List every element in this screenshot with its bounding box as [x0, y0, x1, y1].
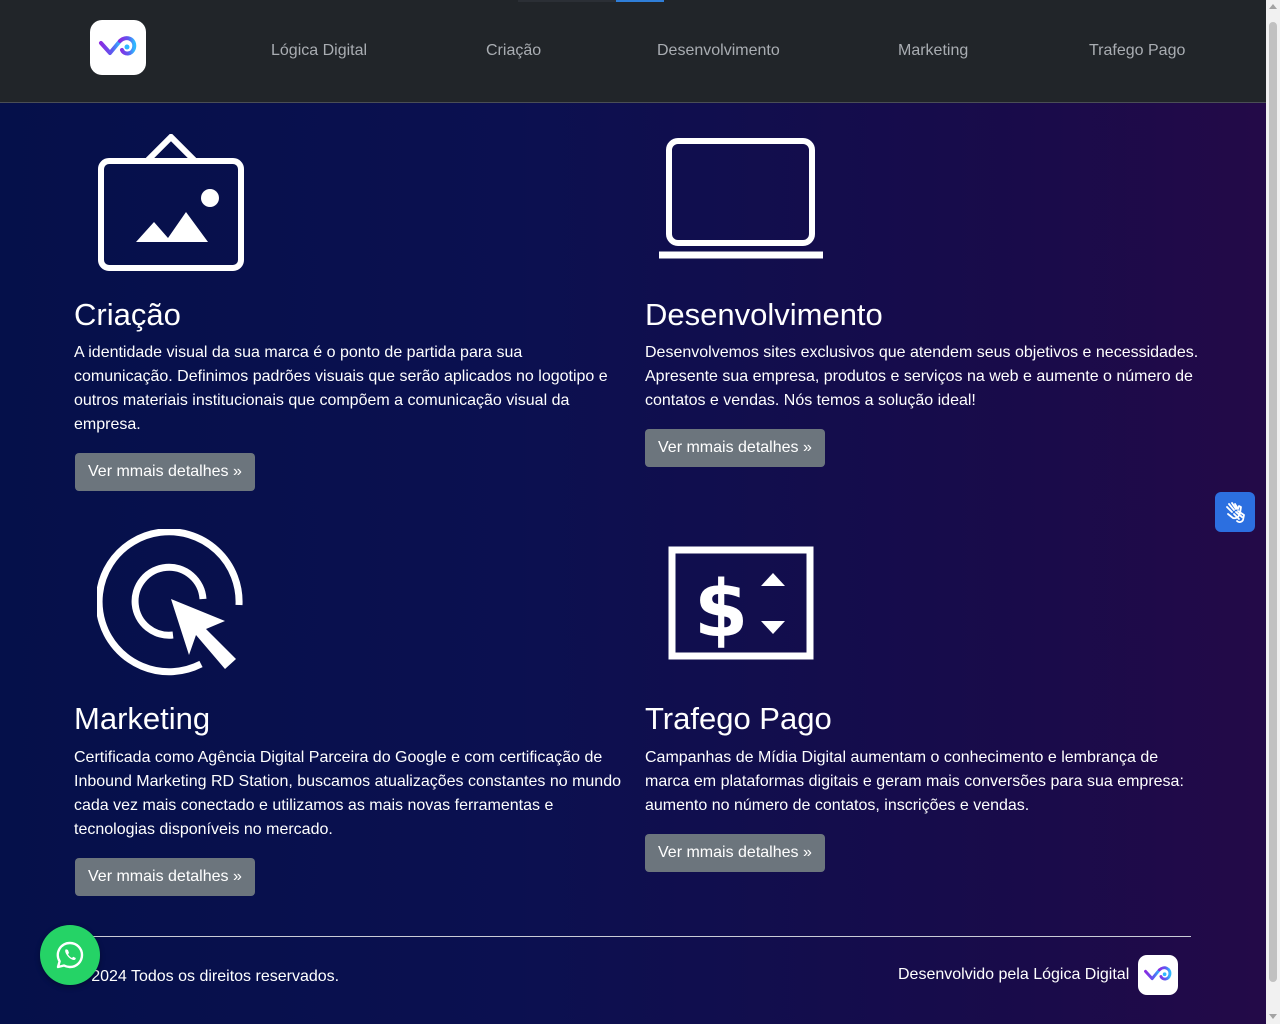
service-title: Trafego Pago: [645, 701, 832, 736]
target-cursor-icon: [97, 529, 243, 676]
footer-logo[interactable]: [1138, 955, 1178, 995]
service-title: Criação: [74, 297, 181, 332]
navbar: Lógica Digital Criação Desenvolvimento M…: [0, 0, 1266, 103]
nav-link-logica-digital[interactable]: Lógica Digital: [271, 42, 367, 60]
nav-top-indicator: [518, 0, 664, 2]
service-description: Campanhas de Mídia Digital aumentam o co…: [645, 749, 1184, 814]
details-button[interactable]: Ver mmais detalhes »: [75, 858, 255, 896]
footer-divider: [75, 936, 1191, 937]
svg-text:$: $: [694, 565, 748, 655]
logica-digital-logo-icon: [1144, 966, 1172, 981]
service-title: Marketing: [74, 701, 211, 736]
laptop-icon: [659, 138, 823, 259]
dollar-exchange-icon: $: [668, 546, 814, 660]
service-description: Desenvolvemos sites exclusivos que atend…: [645, 344, 1199, 409]
nav-link-trafego-pago[interactable]: Trafego Pago: [1089, 42, 1185, 60]
service-description: A identidade visual da sua marca é o pon…: [74, 344, 608, 433]
developed-by: Desenvolvido pela Lógica Digital: [898, 966, 1130, 983]
details-button[interactable]: Ver mmais detalhes »: [645, 834, 825, 872]
scroll-down-arrow-icon[interactable]: [1269, 1014, 1277, 1019]
nav-link-marketing[interactable]: Marketing: [898, 42, 968, 60]
nav-link-criacao[interactable]: Criação: [486, 42, 541, 60]
whatsapp-button[interactable]: [40, 925, 100, 985]
copyright: © 2024 Todos os direitos reservados.: [75, 968, 340, 985]
service-title: Desenvolvimento: [645, 297, 883, 332]
details-button[interactable]: Ver mmais detalhes »: [645, 429, 825, 467]
whatsapp-icon: [56, 941, 84, 969]
details-button[interactable]: Ver mmais detalhes »: [75, 453, 255, 491]
service-description: Certificada como Agência Digital Parceir…: [74, 749, 621, 838]
accessibility-button[interactable]: [1215, 492, 1255, 532]
logica-digital-logo-icon: [99, 35, 137, 55]
page-scrollbar[interactable]: [1266, 0, 1280, 1024]
image-frame-icon: [98, 134, 244, 271]
scroll-thumb[interactable]: [1269, 22, 1277, 982]
nav-link-desenvolvimento[interactable]: Desenvolvimento: [657, 42, 780, 60]
scroll-up-arrow-icon[interactable]: [1269, 4, 1277, 9]
logo[interactable]: [90, 20, 146, 75]
sign-language-hands-icon: [1226, 502, 1245, 523]
